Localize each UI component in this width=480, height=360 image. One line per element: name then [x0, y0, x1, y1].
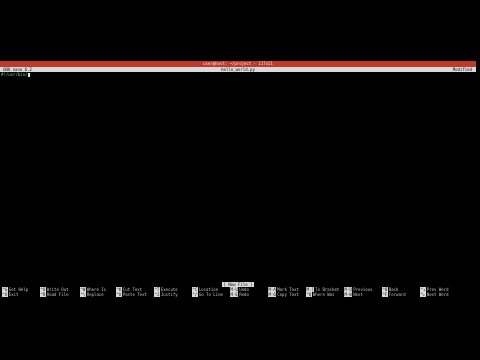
shortcut-row-2: ^X Exit ^R Read File ^\ Replace ^U Paste Text ^J…	[0, 292, 476, 297]
shortcut-key: M-E	[230, 292, 239, 297]
shortcut-item[interactable]: ^Q Where Was	[306, 292, 335, 297]
shortcut-label: Justify	[160, 292, 178, 297]
shortcut-item[interactable]: ^R Read File	[40, 292, 69, 297]
shortcut-label: Redo	[239, 292, 249, 297]
shortcut-label: Read File	[46, 292, 69, 297]
shortcut-bar: ^G Get Help ^O Write Out ^W Where Is ^K Cut Tex…	[0, 287, 476, 297]
shortcut-key: ^J	[154, 292, 160, 297]
shortcut-label: Forward	[388, 292, 406, 297]
shortcut-item[interactable]: M-6 Copy Text	[268, 292, 299, 297]
terminal-window[interactable]: user@host: ~/project - 117x51 GNU nano 6…	[0, 61, 476, 301]
shortcut-key: ^\	[80, 292, 86, 297]
shortcut-item[interactable]: ^/Go To Line	[192, 292, 223, 297]
editor-text-area[interactable]: #!/usr/bin/	[1, 72, 30, 77]
shortcut-label: Next	[353, 292, 363, 297]
nano-header-bar: GNU nano 6.2 hello_world.py Modified	[0, 67, 476, 72]
shortcut-item[interactable]: ^X Exit	[2, 292, 18, 297]
shortcut-label: Copy Text	[277, 292, 299, 297]
shortcut-item[interactable]: ^J Justify	[154, 292, 178, 297]
editor-first-line: #!/usr/bin/	[1, 72, 28, 77]
shortcut-item[interactable]: ^F Forward	[382, 292, 406, 297]
text-cursor	[27, 73, 30, 77]
shortcut-label: Paste Text	[122, 292, 147, 297]
shortcut-key: ^F	[382, 292, 388, 297]
shortcut-key: M-W	[344, 292, 353, 297]
shortcut-key: ^Q	[306, 292, 312, 297]
shortcut-label: Where Was	[312, 292, 335, 297]
nano-filename: hello_world.py	[221, 67, 255, 72]
shortcut-item[interactable]: ^U Paste Text	[116, 292, 147, 297]
shortcut-key: ^/	[192, 292, 198, 297]
shortcut-key: ^R	[40, 292, 46, 297]
shortcut-item[interactable]: ^▸ Next Word	[420, 292, 449, 297]
shortcut-key: ^X	[2, 292, 8, 297]
shortcut-item[interactable]: M-E Redo	[230, 292, 249, 297]
shortcut-item[interactable]: M-W Next	[344, 292, 363, 297]
shortcut-key: ^U	[116, 292, 122, 297]
shortcut-label: Next Word	[426, 292, 449, 297]
shortcut-item[interactable]: ^\ Replace	[80, 292, 104, 297]
shortcut-label: Replace	[86, 292, 104, 297]
shortcut-label: Exit	[8, 292, 19, 297]
shortcut-label: Go To Line	[198, 292, 223, 297]
nano-modified-indicator: Modified	[452, 67, 472, 72]
shortcut-key: M-6	[268, 292, 277, 297]
shortcut-key: ^▸	[420, 292, 426, 297]
